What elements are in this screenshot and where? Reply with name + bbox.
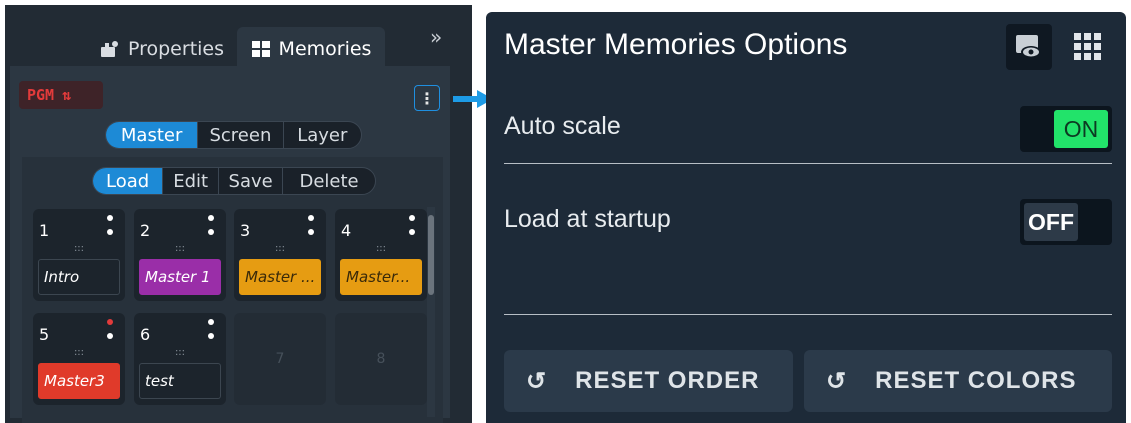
scrollbar-thumb[interactable] (428, 215, 434, 295)
scope-selector: Master Screen Layer (105, 121, 362, 149)
memory-number: 7 (275, 351, 285, 367)
action-selector: Load Edit Save Delete (92, 167, 376, 195)
eye-icon[interactable] (1006, 24, 1052, 70)
panel-tab-strip: Properties Memories » (5, 5, 472, 71)
memory-cell[interactable]: 6 ::: test (134, 313, 226, 405)
memory-number: 8 (376, 351, 386, 367)
tab-memories-label: Memories (278, 38, 372, 60)
memory-cell[interactable]: 5 ::: Master3 (33, 313, 125, 405)
memory-cell[interactable]: 1 ::: Intro (33, 209, 125, 301)
divider (504, 314, 1112, 315)
scope-layer[interactable]: Layer (282, 122, 361, 148)
drag-handle-icon[interactable]: ::: (33, 243, 125, 257)
pgm-label: PGM (27, 86, 55, 104)
auto-scale-toggle[interactable]: ON (1020, 106, 1112, 152)
properties-icon (100, 41, 118, 57)
memory-options-icon[interactable] (409, 215, 415, 239)
reset-icon: ↺ (826, 367, 848, 395)
grid-icon[interactable] (1073, 32, 1103, 62)
memory-number: 6 (140, 325, 151, 344)
tab-properties-label: Properties (127, 38, 225, 60)
collapse-icon[interactable]: » (430, 25, 442, 49)
pgm-badge[interactable]: PGM ⇅ (19, 81, 103, 109)
memory-label: Master 1 (139, 259, 221, 295)
drag-handle-icon[interactable]: ::: (134, 347, 226, 361)
drag-handle-icon[interactable]: ::: (335, 243, 427, 257)
memory-label: Master3 (38, 363, 120, 399)
drag-handle-icon[interactable]: ::: (134, 243, 226, 257)
memory-number: 4 (341, 221, 352, 240)
memory-label: Intro (38, 259, 120, 295)
tab-properties[interactable]: Properties (91, 27, 233, 71)
memory-cell[interactable]: 4 ::: Master... (335, 209, 427, 301)
action-load[interactable]: Load (93, 168, 163, 194)
divider (504, 163, 1112, 164)
options-title: Master Memories Options (504, 28, 848, 61)
memory-cell[interactable]: 2 ::: Master 1 (134, 209, 226, 301)
reset-order-button[interactable]: ↺ RESET ORDER (504, 350, 793, 412)
action-edit[interactable]: Edit (162, 168, 218, 194)
memory-number: 3 (240, 221, 251, 240)
tab-memories[interactable]: Memories (237, 27, 385, 71)
memory-number: 2 (140, 221, 151, 240)
action-save[interactable]: Save (218, 168, 282, 194)
memory-options-icon[interactable] (208, 319, 214, 343)
reset-icon: ↺ (526, 367, 548, 395)
pgm-swap-icon: ⇅ (62, 86, 72, 104)
memory-number: 5 (39, 325, 50, 344)
auto-scale-state: ON (1054, 110, 1108, 148)
memory-options-icon[interactable] (208, 215, 214, 239)
reset-order-label: RESET ORDER (575, 367, 760, 394)
memory-cell[interactable]: 3 ::: Master ... (234, 209, 326, 301)
memory-cell-empty[interactable]: 7 (234, 313, 326, 405)
memory-cell-empty[interactable]: 8 (335, 313, 427, 405)
memory-options-icon[interactable] (308, 215, 314, 239)
scope-master[interactable]: Master (106, 122, 198, 148)
memory-label: Master ... (239, 259, 321, 295)
auto-scale-label: Auto scale (504, 112, 621, 140)
load-at-startup-state: OFF (1024, 203, 1078, 241)
load-at-startup-label: Load at startup (504, 205, 671, 233)
reset-colors-label: RESET COLORS (875, 367, 1077, 394)
memory-number: 1 (39, 221, 50, 240)
kebab-menu-icon[interactable]: ⋮ (414, 85, 440, 111)
memory-label: test (139, 363, 221, 399)
memory-options-icon[interactable] (107, 215, 113, 239)
memory-label: Master... (340, 259, 422, 295)
memories-icon (251, 41, 270, 57)
reset-colors-button[interactable]: ↺ RESET COLORS (804, 350, 1112, 412)
load-at-startup-toggle[interactable]: OFF (1020, 199, 1112, 245)
drag-handle-icon[interactable]: ::: (33, 347, 125, 361)
action-delete[interactable]: Delete (282, 168, 375, 194)
scope-screen[interactable]: Screen (197, 122, 282, 148)
memory-options-icon[interactable] (107, 319, 113, 343)
drag-handle-icon[interactable]: ::: (234, 243, 326, 257)
